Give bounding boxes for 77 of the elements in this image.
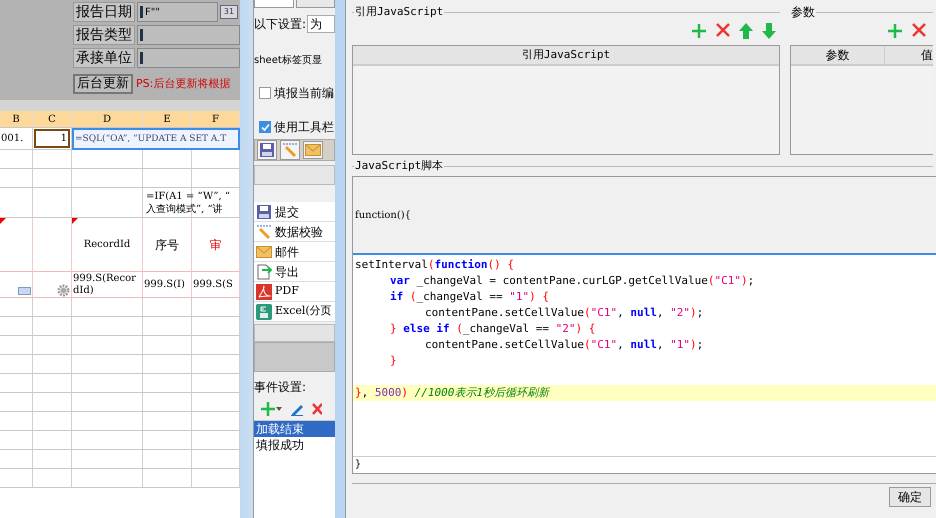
table-header[interactable]: 值 (885, 46, 933, 64)
table-cell-text: 序号 (154, 238, 180, 250)
checkbox[interactable] (259, 121, 271, 133)
ok-button[interactable]: 确定 (889, 487, 931, 507)
group-label: JavaScript脚本 (354, 159, 444, 173)
formula-input[interactable]: =SQL(“OA”, “UPDATE A SET A.T (72, 128, 240, 150)
update-button[interactable]: 后台更新 (73, 74, 133, 94)
pencil-icon (256, 224, 272, 240)
add-icon[interactable] (691, 23, 707, 39)
code-line: } (389, 353, 398, 369)
table-cell-text: 999.S(RecordId) (72, 272, 137, 296)
column-header[interactable]: B (0, 111, 33, 127)
script-editor[interactable] (352, 176, 936, 474)
code-line: if (_changeVal == "1") { (389, 289, 550, 305)
toolbar-item-label: Excel(分页 (275, 303, 332, 320)
field-value: F"" (145, 6, 160, 20)
checkbox-label: 使用工具栏 (274, 119, 334, 136)
pen-icon[interactable] (290, 402, 304, 416)
checkbox-label: 填报当前编 (274, 85, 334, 102)
column-header[interactable]: D (72, 111, 143, 127)
toolbar-item-label: 导出 (275, 264, 299, 280)
envelope-icon (256, 244, 272, 258)
toolbar-item-label: PDF (275, 283, 299, 300)
add-icon[interactable] (887, 23, 903, 39)
column-header[interactable]: E (143, 111, 192, 127)
formula-text: =IF(A1 = “W”, “ 入查询模式”, “讲 (146, 190, 231, 216)
setting-select[interactable]: 为 (307, 15, 335, 33)
arrow-down-icon[interactable] (762, 23, 776, 39)
checkbox[interactable] (259, 87, 271, 99)
column-header[interactable]: C (33, 111, 72, 127)
small-rect-icon (18, 287, 31, 295)
table-cell: 999.S(I) (143, 278, 186, 290)
note-text: PS:后台更新将根据 (136, 76, 230, 92)
input-field[interactable] (137, 25, 240, 45)
event-item[interactable]: 填报成功 (254, 437, 335, 453)
toolbar-item-label: 邮件 (275, 244, 299, 260)
toolbar-item-label: 数据校验 (275, 224, 323, 240)
delete-icon[interactable] (912, 23, 926, 37)
table-header[interactable]: 引用JavaScript (353, 46, 779, 66)
tab[interactable] (296, 0, 335, 8)
table-cell-text: 审 (208, 238, 222, 250)
group-label: 参数 (790, 5, 816, 19)
table-header[interactable]: 参数 (791, 46, 885, 64)
delete-icon[interactable] (312, 403, 322, 415)
pencil-icon (282, 142, 298, 158)
table-cell-text: RecordId (82, 238, 132, 250)
add-dropdown[interactable] (260, 401, 282, 417)
script-head: function(){ (355, 208, 412, 222)
code-line: contentPane.setCellValue("C1", null, "1"); (424, 337, 704, 353)
delete-icon[interactable] (716, 23, 730, 37)
envelope-icon (305, 143, 321, 157)
sheet-tab-label: sheet标签页显 (254, 54, 323, 68)
event-item[interactable]: 加载结束 (254, 421, 335, 437)
code-line: contentPane.setCellValue("C1", null, "2"); (424, 305, 704, 321)
calendar-icon[interactable]: 31 (220, 5, 238, 19)
events-label: 事件设置: (254, 379, 308, 396)
code-line: } else if (_changeVal == "2") { (389, 321, 596, 337)
field-label: 报告日期 (73, 2, 135, 22)
code-line: var _changeVal = contentPane.curLGP.getCellValue("C1"); (389, 273, 756, 289)
gear-icon (57, 284, 70, 297)
code-line: setInterval(function() { (354, 257, 515, 273)
toolbar-item-label: 提交 (275, 204, 299, 220)
selected-cell[interactable]: 1 (34, 129, 70, 148)
arrow-up-icon[interactable] (739, 23, 753, 39)
field-label: 报告类型 (73, 25, 135, 45)
corner-mark (72, 218, 78, 224)
corner-mark (0, 218, 6, 224)
group-label: 引用JavaScript (354, 5, 444, 19)
table-cell: 999.S(S (192, 278, 234, 290)
caret-icon[interactable] (276, 407, 282, 411)
field-label: 承接单位 (73, 48, 135, 68)
table-cell: 001. (0, 132, 24, 144)
input-field[interactable] (137, 48, 240, 68)
input-field[interactable]: F"" (137, 2, 218, 22)
setting-label: 以下设置: (254, 16, 306, 33)
script-tail: } (353, 456, 936, 473)
tab[interactable] (254, 0, 294, 8)
